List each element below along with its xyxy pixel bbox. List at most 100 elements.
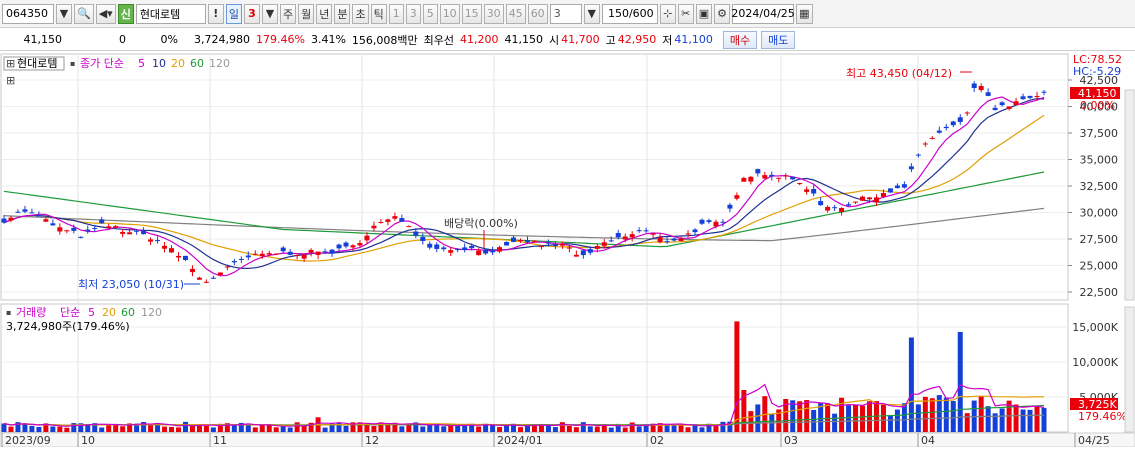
candle-body [727, 204, 733, 209]
count-field[interactable]: 150/600 [601, 3, 658, 24]
buy-button[interactable]: 매수 [722, 30, 758, 49]
candle-body [210, 277, 216, 279]
stock-code-input[interactable]: 064350 [2, 3, 54, 24]
volume-scrollbar[interactable] [1124, 306, 1135, 433]
candle-body [671, 238, 677, 241]
interval-60-button[interactable]: 60 [527, 3, 548, 24]
interval-5-button[interactable]: 5 [422, 3, 438, 24]
volume-bar [1027, 409, 1033, 432]
volume-bar [566, 425, 572, 432]
candle-body [992, 107, 998, 111]
candle-body [755, 169, 761, 174]
vma5-label: 5 [88, 306, 95, 319]
candle-body [748, 176, 754, 182]
period-second-button[interactable]: 초 [352, 3, 369, 24]
period-tick-button[interactable]: 틱 [370, 3, 387, 24]
candle-body [636, 230, 642, 232]
candle-body [120, 231, 126, 234]
candle-body [692, 229, 698, 233]
period-dropdown-icon[interactable]: ▼ [261, 3, 278, 24]
period-minute-button[interactable]: 분 [334, 3, 351, 24]
toolbar: 064350 ▼ 🔍 ◀▾ 신 현대로템 ! 일 3 ▼ 주 월 년 분 초 틱… [0, 0, 1135, 28]
candle-body [294, 255, 300, 257]
trade-amount: 156,008백만 [351, 33, 418, 47]
sell-button[interactable]: 매도 [761, 30, 796, 49]
ma5-label: 5 [138, 57, 145, 70]
candle-body [1027, 95, 1033, 98]
candle-body [301, 254, 307, 259]
candle-body [545, 242, 551, 244]
candle-body [573, 254, 579, 257]
period-month-button[interactable]: 월 [298, 3, 315, 24]
volume-bar [860, 405, 866, 432]
candle-body [531, 240, 537, 242]
interval-3-button[interactable]: 3 [405, 3, 421, 24]
candle-body [880, 192, 886, 197]
interval-45-button[interactable]: 45 [505, 3, 526, 24]
volume-bar [880, 404, 886, 432]
draw-tool-icon[interactable]: ✂ [677, 3, 694, 24]
legend-expand-icon[interactable]: ⊞ [6, 57, 15, 70]
calendar-icon[interactable]: ▦ [796, 3, 813, 24]
candle-body [497, 247, 503, 252]
candle-body [915, 154, 921, 156]
candle-body [15, 211, 21, 213]
volume-bar [922, 396, 928, 432]
high-note: 최고 43,450 (04/12) [846, 67, 952, 80]
candle-body [797, 183, 803, 185]
candle-body [783, 175, 789, 177]
candle-body [455, 249, 461, 251]
interval-dropdown-icon[interactable]: ▼ [583, 3, 600, 24]
candle-body [741, 177, 747, 182]
volume-bar [594, 426, 600, 432]
period-num-button[interactable]: 3 [243, 3, 260, 24]
volume-bar [755, 404, 761, 432]
interval-1-button[interactable]: 1 [388, 3, 404, 24]
search-icon[interactable]: 🔍 [74, 3, 94, 24]
interval-select[interactable]: 3 [549, 3, 582, 24]
volume-bar [720, 421, 726, 432]
candle-body [608, 240, 614, 242]
interval-15-button[interactable]: 15 [461, 3, 482, 24]
candle-body [378, 222, 384, 224]
stock-name-field[interactable]: 현대로템 [135, 3, 206, 24]
candle-body [406, 226, 412, 228]
volume-bar [259, 425, 265, 432]
period-week-button[interactable]: 주 [279, 3, 297, 24]
alert-button[interactable]: ! [207, 3, 224, 24]
candle-body [392, 216, 398, 219]
candle-body [943, 126, 949, 129]
stock-chart[interactable]: ⊞ 현대로템 ▪ 종가 단순 5 10 20 60 120 ⊞ 최고 43,45… [0, 52, 1135, 448]
candle-body [252, 253, 258, 255]
volume-bar [636, 426, 642, 432]
volume-bar [280, 426, 286, 432]
volume-bar [71, 423, 77, 432]
speaker-icon[interactable]: ◀▾ [95, 3, 116, 24]
save-icon[interactable]: ▣ [695, 3, 713, 24]
crosshair-icon[interactable]: ⊹ [659, 3, 676, 24]
interval-10-button[interactable]: 10 [439, 3, 460, 24]
price-scrollbar[interactable] [1124, 89, 1135, 301]
settings-icon[interactable]: ⚙ [714, 3, 731, 24]
period-year-button[interactable]: 년 [316, 3, 333, 24]
candle-body [287, 251, 293, 255]
volume-bar [57, 426, 63, 432]
candle-body [462, 247, 468, 250]
candle-body [427, 243, 433, 248]
candle-body [518, 240, 524, 242]
volume-bar [978, 395, 984, 432]
dividend-note: 배당락(0.00%) [444, 217, 518, 230]
period-day-button[interactable]: 일 [225, 3, 242, 24]
grid-toggle-icon[interactable]: ⊞ [6, 74, 15, 87]
interval-30-button[interactable]: 30 [483, 3, 504, 24]
candle-body [1034, 95, 1040, 97]
date-field[interactable]: 2024/04/25 [731, 3, 795, 24]
candle-body [580, 250, 586, 256]
credit-badge[interactable]: 신 [117, 3, 134, 24]
chart-area[interactable]: ⊞ 현대로템 ▪ 종가 단순 5 10 20 60 120 ⊞ 최고 43,45… [0, 52, 1135, 448]
candle-body [552, 244, 558, 247]
code-dropdown-icon[interactable]: ▼ [56, 3, 72, 24]
candle-body [559, 244, 565, 246]
candle-body [587, 249, 593, 253]
volume-bar [929, 398, 935, 432]
